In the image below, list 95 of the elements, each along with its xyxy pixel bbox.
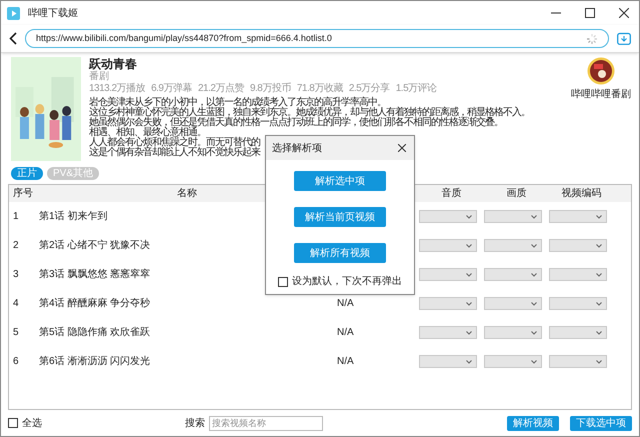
chevron-icon bbox=[466, 214, 472, 218]
action-button[interactable]: 下载选中项 bbox=[570, 416, 632, 430]
table-cell-text: N/A bbox=[337, 355, 354, 369]
table-cell-text: N/A bbox=[337, 326, 354, 340]
dropdown[interactable] bbox=[419, 297, 477, 310]
description-line: 这位乡村神童心怀完美的人生蓝图，独自来到东京。她成绩优异，却与他人有着独特的距离感，稍显格格不入。 bbox=[89, 108, 530, 118]
table-cell-text: 4 bbox=[12, 297, 20, 311]
description-line: 相遇、相知、最终心意相通。 bbox=[89, 128, 206, 138]
remember-label: 设为默认，下次不再弹出 bbox=[292, 274, 402, 289]
dropdown[interactable] bbox=[549, 210, 607, 223]
back-icon[interactable] bbox=[9, 32, 17, 45]
action-button[interactable]: 解析视频 bbox=[507, 416, 559, 430]
dropdown[interactable] bbox=[419, 268, 477, 281]
table-cell-text: 第4话 醉醺麻麻 争分夺秒 bbox=[39, 296, 150, 311]
chevron-icon bbox=[466, 360, 472, 364]
dropdown[interactable] bbox=[419, 239, 477, 252]
column-header: 名称 bbox=[177, 187, 197, 201]
dropdown[interactable] bbox=[549, 326, 607, 339]
stat-label: 71.8万收藏 bbox=[296, 83, 343, 95]
dropdown[interactable] bbox=[549, 268, 607, 281]
column-header: 序号 bbox=[12, 186, 34, 201]
dropdown[interactable] bbox=[549, 297, 607, 310]
dropdown[interactable] bbox=[484, 239, 542, 252]
column-header: 画质 bbox=[506, 186, 528, 201]
close-icon[interactable] bbox=[398, 144, 406, 152]
select-all-label: 全选 bbox=[22, 416, 42, 430]
chevron-icon bbox=[531, 360, 537, 364]
chevron-icon bbox=[531, 302, 537, 306]
url-field[interactable]: https://www.bilibili.com/bangumi/play/ss44870?from_spmid=666.4.hotlist.0 bbox=[25, 29, 609, 48]
dropdown[interactable] bbox=[549, 355, 607, 368]
table-cell-text: 第6话 淅淅沥沥 闪闪发光 bbox=[39, 354, 150, 369]
dropdown[interactable] bbox=[419, 210, 477, 223]
chevron-icon bbox=[596, 214, 602, 218]
dialog-button[interactable]: 解析所有视频 bbox=[294, 243, 386, 263]
close-icon[interactable] bbox=[619, 8, 629, 18]
category-label: 番剧 bbox=[89, 71, 110, 83]
uploader-name: 哔哩哔哩番剧 bbox=[571, 88, 631, 102]
download-icon[interactable] bbox=[617, 32, 631, 45]
chevron-icon bbox=[596, 272, 602, 276]
checkbox[interactable] bbox=[8, 418, 18, 428]
description-line: 她虽然偶尔会失败，但还是凭借天真的性格一点点打动班上的同学，使他们那各不相同的性格逐渐交叠。 bbox=[89, 118, 503, 128]
chevron-icon bbox=[466, 244, 472, 248]
stat-label: 6.9万弹幕 bbox=[151, 83, 192, 95]
checkbox[interactable] bbox=[278, 276, 288, 286]
stat-label: 1.5万评论 bbox=[396, 83, 437, 95]
loading-icon bbox=[586, 32, 598, 44]
chevron-icon bbox=[596, 244, 602, 248]
table-cell-text: 第1话 初来乍到 bbox=[39, 210, 108, 224]
dropdown[interactable] bbox=[484, 326, 542, 339]
description-line: 岩仓美津未从乡下的小初中，以第一名的成绩考入了东京的高升学率高中。 bbox=[89, 98, 386, 108]
avatar-icon bbox=[587, 57, 615, 85]
dialog-button[interactable]: 解析选中项 bbox=[294, 171, 386, 191]
search-label: 搜索 bbox=[185, 416, 205, 430]
chevron-icon bbox=[466, 330, 472, 334]
chevron-icon bbox=[596, 330, 602, 334]
chevron-icon bbox=[531, 272, 537, 276]
show-title: 跃动青春 bbox=[89, 57, 138, 71]
dropdown[interactable] bbox=[419, 355, 477, 368]
chevron-icon bbox=[531, 214, 537, 218]
app-logo-icon bbox=[7, 6, 20, 20]
chevron-icon bbox=[531, 244, 537, 248]
dropdown[interactable] bbox=[484, 355, 542, 368]
table-cell-text: 6 bbox=[12, 355, 20, 369]
table-cell-text: 第3话 飘飘悠悠 窸窸窣窣 bbox=[39, 268, 150, 282]
table-cell-text: 1 bbox=[12, 210, 20, 224]
column-header: 视频编码 bbox=[560, 186, 602, 201]
dropdown[interactable] bbox=[549, 239, 607, 252]
chevron-icon bbox=[596, 360, 602, 364]
table-cell-text: 5 bbox=[12, 326, 20, 340]
dropdown[interactable] bbox=[419, 326, 477, 339]
dialog-button[interactable]: 解析当前页视频 bbox=[294, 207, 386, 227]
stat-label: 2.5万分享 bbox=[348, 83, 390, 95]
tab[interactable]: 正片 bbox=[11, 167, 43, 180]
maximize-icon[interactable] bbox=[585, 8, 595, 18]
table-cell-text: 第2话 心绪不宁 犹豫不决 bbox=[39, 238, 150, 253]
chevron-icon bbox=[466, 272, 472, 276]
dialog-title: 选择解析项 bbox=[272, 142, 322, 156]
stat-label: 9.8万投币 bbox=[250, 83, 291, 95]
chevron-icon bbox=[531, 330, 537, 334]
table-cell-text: N/A bbox=[337, 297, 354, 311]
stat-label: 21.2万点赞 bbox=[198, 83, 244, 95]
stat-label: 1313.2万播放 bbox=[89, 83, 146, 95]
description-line: 这是个偶有杂音却能让人不知不觉快乐起来 bbox=[89, 148, 260, 158]
table-cell-text: 2 bbox=[12, 239, 20, 253]
window-title: 哔哩下载姬 bbox=[28, 6, 78, 20]
table-cell-text: 第5话 隐隐作痛 欢欣雀跃 bbox=[39, 326, 150, 340]
dropdown[interactable] bbox=[484, 297, 542, 310]
chevron-icon bbox=[596, 302, 602, 306]
column-header: 音质 bbox=[440, 186, 462, 201]
dropdown[interactable] bbox=[484, 210, 542, 223]
description-line: 人人都会有心烦和焦躁之时。而无可替代的 bbox=[89, 138, 260, 148]
table-cell-text: 3 bbox=[12, 268, 20, 282]
search-field[interactable]: 搜索视频名称 bbox=[209, 416, 323, 430]
chevron-icon bbox=[466, 302, 472, 306]
dropdown[interactable] bbox=[484, 268, 542, 281]
